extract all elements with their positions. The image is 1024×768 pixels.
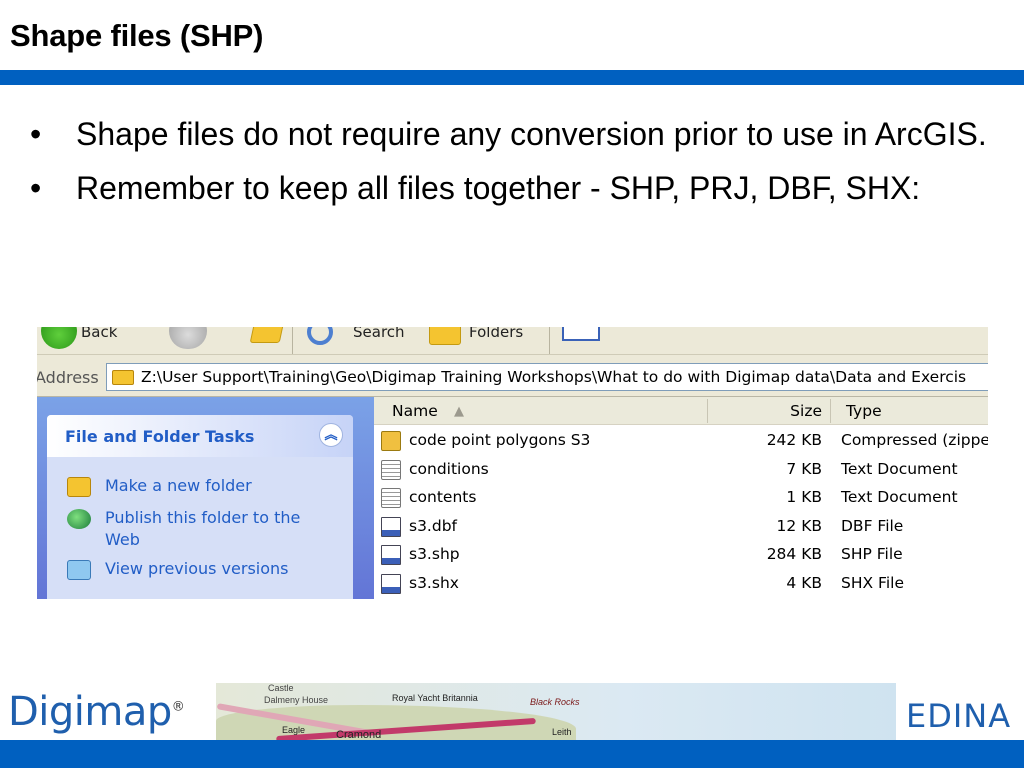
task-box-header[interactable]: File and Folder Tasks ︽ <box>47 415 353 457</box>
bullet-item: • Remember to keep all files together - S… <box>30 166 990 210</box>
map-label: Castle <box>268 683 294 693</box>
zip-icon <box>381 431 401 451</box>
column-header: Name ▲ Size Type <box>374 397 988 425</box>
digimap-logo-text: Digimap <box>8 689 172 735</box>
toolbar: Back Search Folders <box>37 327 988 355</box>
file-type: SHP File <box>841 545 903 563</box>
file-name[interactable]: conditions <box>409 460 489 478</box>
views-icon[interactable] <box>562 327 600 341</box>
sort-ascending-icon: ▲ <box>454 404 464 419</box>
generic-file-icon <box>381 573 401 594</box>
map-label: Dalmeny House <box>264 695 329 705</box>
address-path[interactable]: Z:\User Support\Training\Geo\Digimap Tra… <box>141 368 966 386</box>
up-folder-icon[interactable] <box>249 327 285 343</box>
explorer-screenshot: Back Search Folders Address Z:\User Supp… <box>37 327 988 599</box>
folders-icon[interactable] <box>429 327 461 345</box>
file-size: 12 KB <box>776 516 822 535</box>
address-bar: Address Z:\User Support\Training\Geo\Dig… <box>37 355 988 397</box>
bullet-dot-icon: • <box>30 116 42 152</box>
map-label: Black Rocks <box>530 697 580 707</box>
file-folder-tasks-box: File and Folder Tasks ︽ Make a new folde… <box>47 415 353 599</box>
bullet-dot-icon: • <box>30 170 42 206</box>
map-label: Cramond <box>336 729 382 740</box>
column-type[interactable]: Type <box>846 402 882 420</box>
task-box-title[interactable]: File and Folder Tasks <box>65 427 254 446</box>
bullet-item: • Shape files do not require any conversi… <box>30 112 990 156</box>
back-arrow-icon[interactable] <box>41 327 77 349</box>
table-row[interactable]: contents 1 KB Text Document <box>374 484 988 512</box>
bullet-text: Shape files do not require any conversio… <box>76 116 987 152</box>
search-button-label[interactable]: Search <box>353 327 405 341</box>
toolbar-separator <box>549 327 550 354</box>
file-type: SHX File <box>841 573 904 592</box>
publish-globe-icon <box>67 509 91 529</box>
address-label: Address <box>37 368 99 387</box>
collapse-chevron-icon[interactable]: ︽ <box>319 423 343 447</box>
table-row[interactable]: conditions 7 KB Text Document <box>374 456 988 484</box>
file-size: 4 KB <box>786 573 822 592</box>
file-size: 242 KB <box>766 431 822 449</box>
column-name[interactable]: Name <box>392 402 438 420</box>
task-label[interactable]: Publish this folder to the Web <box>105 507 315 551</box>
file-type: Text Document <box>841 459 958 478</box>
digimap-logo: Digimap® <box>8 689 185 735</box>
bullet-list: • Shape files do not require any conversi… <box>30 112 990 220</box>
generic-file-icon <box>381 516 401 537</box>
table-row[interactable]: s3.shp 284 KB SHP File <box>374 541 988 569</box>
file-size: 1 KB <box>786 488 822 506</box>
footer-rule <box>0 740 1024 768</box>
file-name[interactable]: s3.shx <box>409 574 459 592</box>
text-document-icon <box>381 488 401 508</box>
table-row[interactable]: s3.shx 4 KB SHX File <box>374 570 988 598</box>
footer: Digimap® Castle Dalmeny House Royal Yach… <box>0 683 1024 740</box>
file-size: 284 KB <box>766 545 822 563</box>
file-type: DBF File <box>841 516 904 535</box>
column-divider[interactable] <box>707 399 708 423</box>
folders-button-label[interactable]: Folders <box>469 327 523 341</box>
column-divider[interactable] <box>830 399 831 423</box>
back-button-label[interactable]: Back <box>81 327 117 341</box>
file-size: 7 KB <box>786 459 822 478</box>
table-row[interactable]: s3.dbf 12 KB DBF File <box>374 513 988 541</box>
address-input[interactable]: Z:\User Support\Training\Geo\Digimap Tra… <box>106 363 988 391</box>
crop-mask <box>673 599 993 600</box>
file-name[interactable]: s3.shp <box>409 545 460 563</box>
table-row[interactable]: code point polygons S3 242 KB Compressed… <box>374 427 988 455</box>
search-icon[interactable] <box>307 327 333 345</box>
file-name[interactable]: code point polygons S3 <box>409 431 590 449</box>
file-type: Text Document <box>841 488 958 506</box>
map-label: Eagle <box>282 725 306 735</box>
bullet-text: Remember to keep all files together - SH… <box>76 170 921 206</box>
text-document-icon <box>381 459 401 480</box>
title-rule <box>0 70 1024 85</box>
task-label[interactable]: View previous versions <box>105 558 315 580</box>
file-name[interactable]: contents <box>409 488 476 506</box>
file-list: Name ▲ Size Type code point polygons S3 … <box>374 397 988 599</box>
file-name[interactable]: s3.dbf <box>409 517 457 535</box>
map-label: Leith <box>552 727 572 737</box>
edina-logo: EDINA <box>906 697 1012 735</box>
file-type: Compressed (zippe <box>841 431 988 449</box>
column-size[interactable]: Size <box>790 402 822 420</box>
registered-mark: ® <box>171 699 185 715</box>
previous-versions-icon <box>67 560 91 580</box>
map-label: Royal Yacht Britannia <box>392 693 478 703</box>
map-strip: Castle Dalmeny House Royal Yacht Britann… <box>216 683 896 740</box>
slide-title: Shape files (SHP) <box>10 18 264 53</box>
task-pane: File and Folder Tasks ︽ Make a new folde… <box>37 397 374 599</box>
task-label[interactable]: Make a new folder <box>105 475 315 497</box>
generic-file-icon <box>381 545 401 565</box>
new-folder-icon <box>67 477 91 497</box>
folder-icon <box>112 370 134 385</box>
toolbar-separator <box>292 327 293 354</box>
forward-arrow-icon[interactable] <box>169 327 207 349</box>
